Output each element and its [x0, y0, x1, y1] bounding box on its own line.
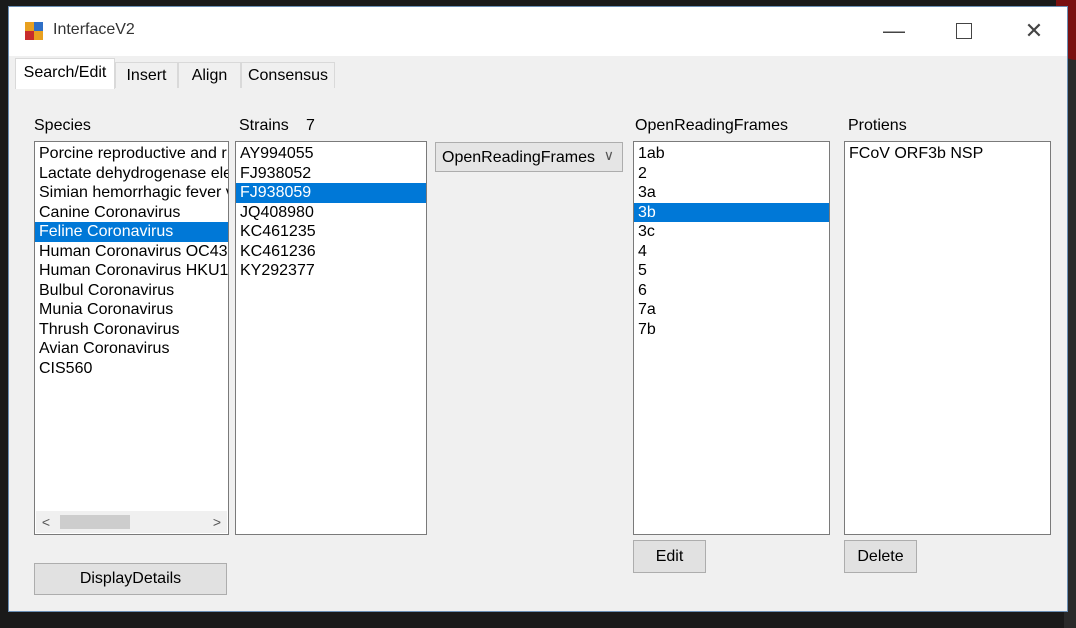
delete-button[interactable]: Delete [844, 540, 917, 573]
species-list-item[interactable]: Munia Coronavirus [35, 300, 228, 320]
proteins-label: Protiens [848, 117, 907, 134]
proteins-listbox[interactable]: FCoV ORF3b NSP [844, 141, 1051, 535]
species-list-item[interactable]: Porcine reproductive and r [35, 144, 228, 164]
scroll-right-icon[interactable]: > [207, 511, 227, 533]
orf-list-item[interactable]: 1ab [634, 144, 829, 164]
tab-insert[interactable]: Insert [115, 62, 178, 88]
strain-list-item[interactable]: AY994055 [236, 144, 426, 164]
species-list-item[interactable]: Thrush Coronavirus [35, 320, 228, 340]
species-list-item[interactable]: Bulbul Coronavirus [35, 281, 228, 301]
orf-list-item[interactable]: 4 [634, 242, 829, 262]
strains-count: 7 [306, 117, 315, 134]
title-bar: InterfaceV2 — ✕ [9, 7, 1067, 55]
strains-label: Strains [239, 117, 289, 134]
orf-list-item[interactable]: 3a [634, 183, 829, 203]
strain-list-item[interactable]: FJ938052 [236, 164, 426, 184]
orf-list-item[interactable]: 2 [634, 164, 829, 184]
orf-list-item[interactable]: 5 [634, 261, 829, 281]
minimize-button[interactable]: — [859, 7, 929, 55]
species-list-item[interactable]: Human Coronavirus HKU1 [35, 261, 228, 281]
minimize-icon: — [883, 18, 905, 43]
strain-list-item[interactable]: KY292377 [236, 261, 426, 281]
orf-listbox[interactable]: 1ab 2 3a 3b 3c 4 5 6 7a 7b [633, 141, 830, 535]
scroll-thumb[interactable] [60, 515, 130, 529]
orf-label: OpenReadingFrames [635, 117, 788, 134]
tab-consensus[interactable]: Consensus [241, 62, 335, 88]
species-list-item[interactable]: Canine Coronavirus [35, 203, 228, 223]
species-list-item[interactable]: Feline Coronavirus [35, 222, 228, 242]
strains-listbox[interactable]: AY994055 FJ938052 FJ938059 JQ408980 KC461235… [235, 141, 427, 535]
species-list-item[interactable]: CIS560 [35, 359, 228, 379]
strain-list-item[interactable]: FJ938059 [236, 183, 426, 203]
strain-list-item[interactable]: JQ408980 [236, 203, 426, 223]
species-list-item[interactable]: Human Coronavirus OC43 [35, 242, 228, 262]
app-window: InterfaceV2 — ✕ Search/Edit Insert Align… [8, 6, 1068, 612]
orf-list-item[interactable]: 6 [634, 281, 829, 301]
display-details-button[interactable]: DisplayDetails [34, 563, 227, 595]
tab-search-edit[interactable]: Search/Edit [15, 58, 115, 90]
species-horizontal-scrollbar[interactable]: < > [36, 511, 227, 533]
species-label: Species [34, 117, 91, 134]
species-list-item[interactable]: Avian Coronavirus [35, 339, 228, 359]
app-icon [25, 22, 43, 40]
orf-list-item[interactable]: 7b [634, 320, 829, 340]
protein-list-item[interactable]: FCoV ORF3b NSP [845, 144, 1050, 164]
close-icon: ✕ [1024, 18, 1044, 43]
edit-button[interactable]: Edit [633, 540, 706, 573]
orf-dropdown[interactable]: OpenReadingFrames ∨ [435, 142, 623, 172]
species-listbox[interactable]: Porcine reproductive and r Lactate dehydr… [34, 141, 229, 535]
scroll-left-icon[interactable]: < [36, 511, 56, 533]
maximize-icon [956, 23, 972, 39]
strain-list-item[interactable]: KC461235 [236, 222, 426, 242]
strain-list-item[interactable]: KC461236 [236, 242, 426, 262]
tab-strip: Search/Edit Insert Align Consensus [9, 56, 1067, 90]
maximize-button[interactable] [929, 7, 999, 55]
orf-list-item[interactable]: 3c [634, 222, 829, 242]
orf-dropdown-value: OpenReadingFrames [442, 149, 595, 166]
species-list-item[interactable]: Lactate dehydrogenase ele [35, 164, 228, 184]
chevron-down-icon: ∨ [603, 147, 614, 163]
search-edit-panel: Species Strains 7 OpenReadingFrames Prot… [9, 89, 1067, 611]
orf-list-item[interactable]: 3b [634, 202, 829, 222]
close-button[interactable]: ✕ [999, 7, 1069, 55]
tab-align[interactable]: Align [178, 62, 241, 88]
window-title: InterfaceV2 [53, 21, 135, 38]
species-list-item[interactable]: Simian hemorrhagic fever v [35, 183, 228, 203]
orf-list-item[interactable]: 7a [634, 300, 829, 320]
